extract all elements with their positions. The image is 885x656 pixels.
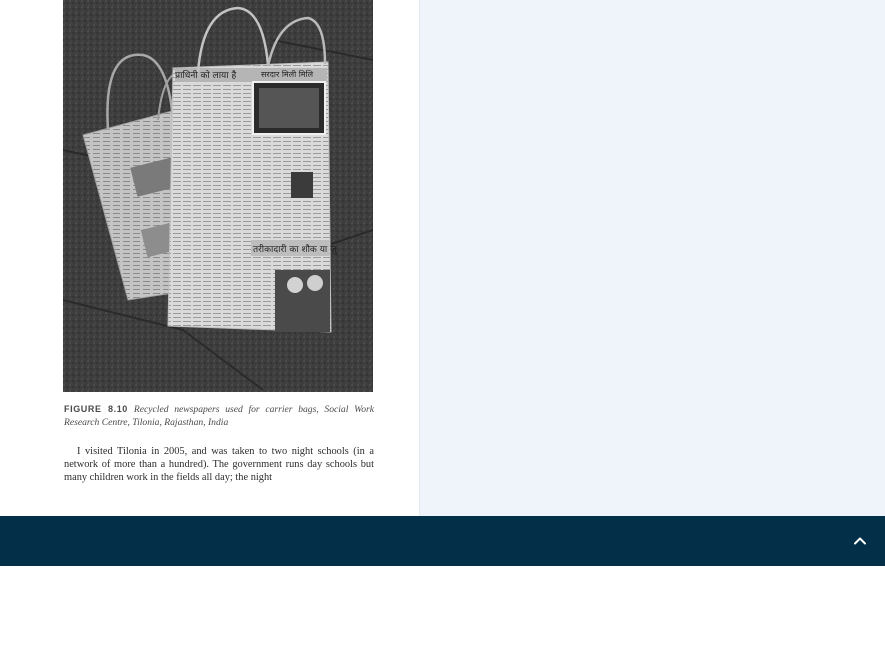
- body-paragraph: I visited Tilonia in 2005, and was taken…: [64, 446, 374, 483]
- figure-label: FIGURE 8.10: [64, 404, 128, 414]
- newspaper-headline-3: तरीकादारी का शौक या ज़ु: [253, 243, 338, 255]
- chevron-up-icon: [854, 537, 866, 545]
- side-panel: [419, 0, 885, 516]
- scroll-to-top-button[interactable]: [849, 530, 871, 552]
- document-viewer: प्राधिनी को लाया है सरदार मिली मिलि तरीक…: [0, 0, 885, 516]
- newspaper-headline-1: प्राधिनी को लाया है: [175, 69, 236, 81]
- newspaper-headline-2: सरदार मिली मिलि: [261, 69, 314, 79]
- page-footer-area: [0, 566, 885, 656]
- bottom-bar: [0, 516, 885, 566]
- figure-photo: प्राधिनी को लाया है सरदार मिली मिलि तरीक…: [63, 0, 373, 392]
- document-page: प्राधिनी को लाया है सरदार मिली मिलि तरीक…: [0, 0, 419, 516]
- figure-caption: FIGURE 8.10 Recycled newspapers used for …: [64, 403, 374, 429]
- newspaper-bags-image: प्राधिनी को लाया है सरदार मिली मिलि तरीक…: [63, 0, 373, 392]
